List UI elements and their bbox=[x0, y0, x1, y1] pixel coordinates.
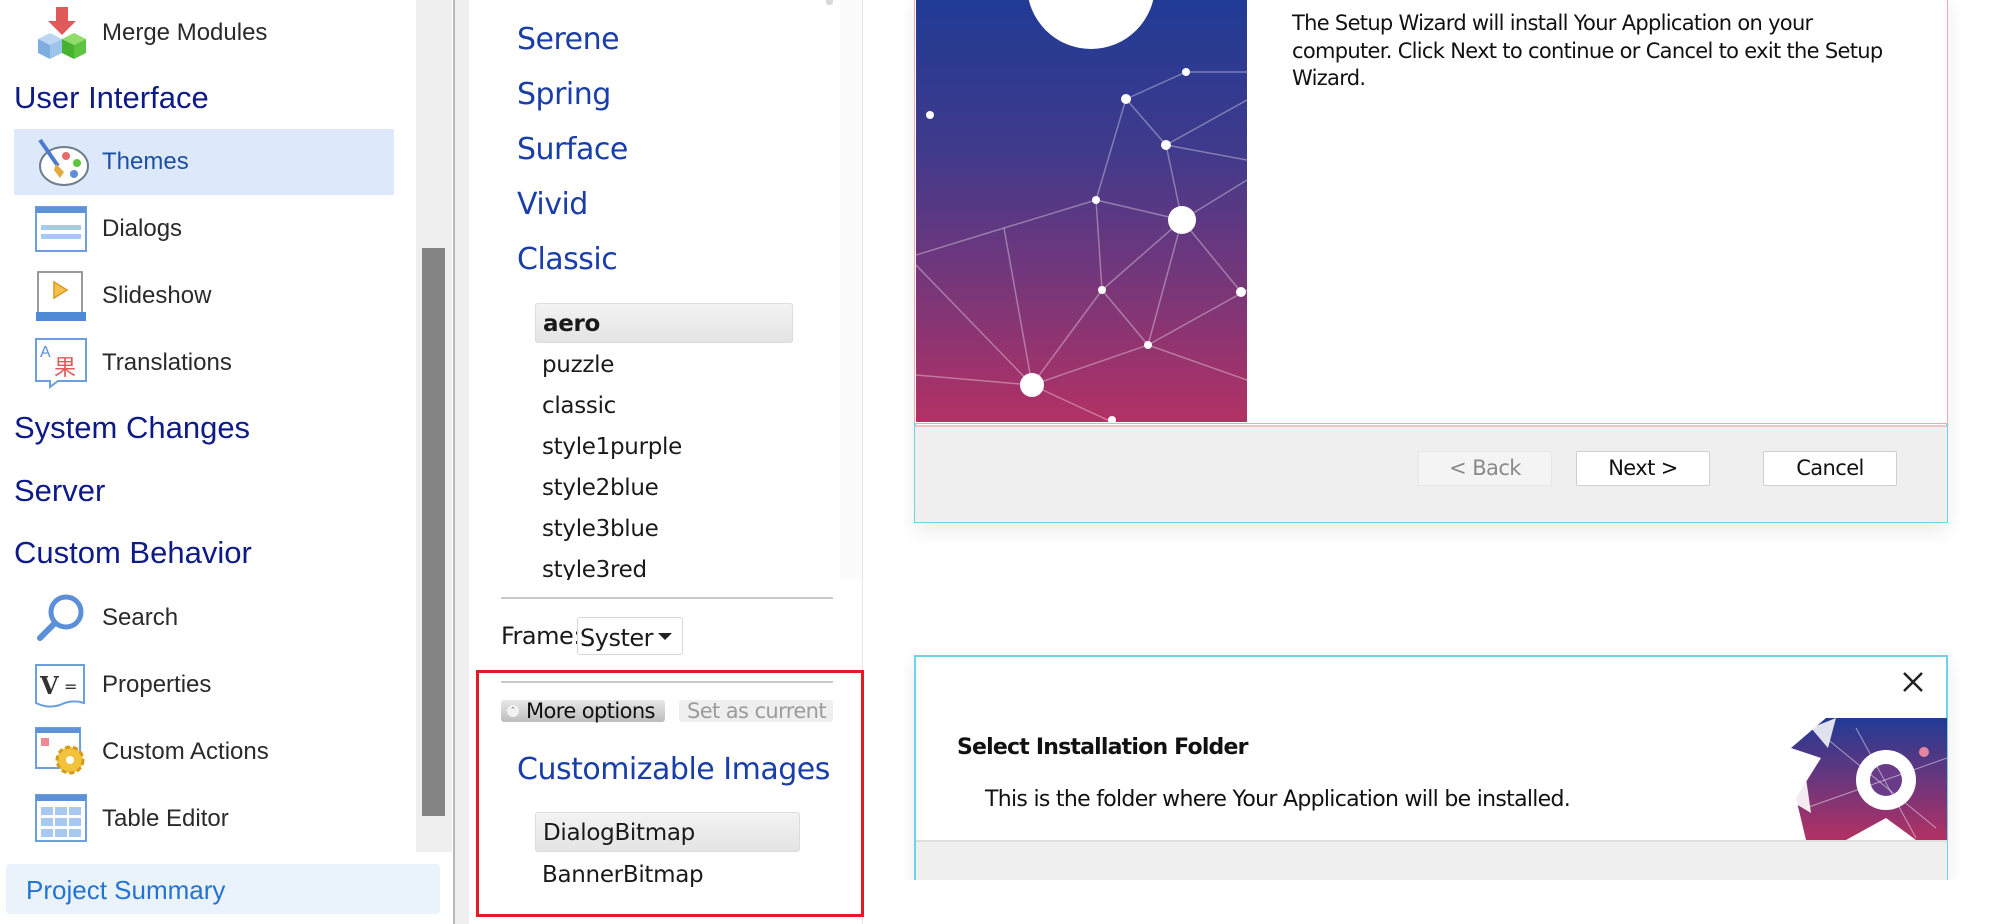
separator bbox=[501, 597, 833, 599]
sidebar-item-label: Dialogs bbox=[102, 215, 183, 242]
wizard-button-bar bbox=[916, 842, 1947, 880]
dialog-subtitle: This is the folder where Your Applicatio… bbox=[985, 787, 1571, 812]
sidebar-item-label: Search bbox=[102, 604, 179, 631]
svg-text:果: 果 bbox=[54, 356, 76, 381]
theme-style-item[interactable]: style1purple bbox=[535, 427, 793, 467]
collapse-icon: ˆ bbox=[507, 705, 519, 717]
project-summary-label: Project Summary bbox=[26, 875, 226, 905]
sidebar-item-label: Themes bbox=[102, 148, 189, 175]
sidebar-item-custom-actions[interactable]: Custom Actions bbox=[14, 719, 394, 785]
theme-style-item[interactable]: style3blue bbox=[535, 509, 793, 549]
sidebar-item-label: Slideshow bbox=[102, 282, 212, 309]
merge-modules-icon bbox=[38, 7, 86, 59]
sidebar-item-properties[interactable]: V = Properties bbox=[14, 652, 394, 718]
svg-text:A: A bbox=[40, 344, 51, 361]
frame-dropdown-value: Syster bbox=[580, 624, 653, 652]
translation-icon: A 果 bbox=[35, 338, 87, 389]
frame-label: Frame: bbox=[501, 622, 581, 650]
welcome-description: The Setup Wizard will install Your Appli… bbox=[1292, 11, 1883, 90]
image-item-bannerbitmap[interactable]: BannerBitmap bbox=[535, 855, 793, 895]
theme-group-vivid[interactable]: Vivid bbox=[517, 187, 588, 222]
cancel-button[interactable]: Cancel bbox=[1763, 451, 1897, 486]
svg-text:=: = bbox=[64, 677, 77, 696]
separator bbox=[501, 681, 833, 683]
wizard-button-bar: < Back Next > Cancel bbox=[915, 425, 1947, 522]
sidebar-item-label: Properties bbox=[102, 671, 212, 698]
slideshow-play-icon bbox=[36, 271, 86, 321]
project-summary-button[interactable]: Project Summary bbox=[6, 864, 440, 914]
sidebar-item-dialogs[interactable]: Dialogs bbox=[14, 196, 394, 262]
sidebar-scrollbar-thumb[interactable] bbox=[422, 248, 445, 816]
sidebar-item-themes[interactable]: Themes bbox=[14, 129, 394, 195]
more-options-button[interactable]: ˆ More options bbox=[501, 699, 665, 723]
theme-style-item[interactable]: aero bbox=[535, 303, 793, 343]
sidebar-item-translations[interactable]: A 果 Translations bbox=[14, 330, 394, 396]
frame-dropdown[interactable]: Syster bbox=[577, 617, 683, 655]
sidebar-item-table-editor[interactable]: Table Editor bbox=[14, 786, 394, 852]
sidebar-item-slideshow[interactable]: Slideshow bbox=[14, 263, 394, 329]
dialog-bitmap-image bbox=[916, 0, 1247, 422]
themes-list-shade bbox=[840, 0, 862, 580]
sidebar: Merge Modules User Interface Themes Dial… bbox=[0, 0, 416, 852]
theme-style-item[interactable]: style2blue bbox=[535, 468, 793, 508]
image-item-dialogbitmap[interactable]: DialogBitmap bbox=[535, 812, 800, 852]
back-button[interactable]: < Back bbox=[1418, 451, 1552, 486]
section-title-user-interface[interactable]: User Interface bbox=[14, 82, 209, 113]
table-icon bbox=[35, 794, 87, 842]
theme-group-classic[interactable]: Classic bbox=[517, 242, 618, 277]
set-as-current-button[interactable]: Set as current bbox=[679, 699, 833, 723]
pane-gutter bbox=[455, 0, 469, 924]
svg-text:V: V bbox=[39, 671, 59, 700]
gear-window-icon bbox=[35, 727, 85, 775]
sidebar-item-label: Table Editor bbox=[102, 805, 229, 832]
next-button[interactable]: Next > bbox=[1576, 451, 1710, 486]
sidebar-item-merge-modules[interactable]: Merge Modules bbox=[14, 0, 394, 66]
chevron-down-icon bbox=[658, 633, 672, 640]
customizable-images-heading: Customizable Images bbox=[517, 752, 830, 787]
properties-v-icon: V = bbox=[35, 664, 85, 708]
dialog-window-icon bbox=[35, 206, 87, 252]
network-pattern-illustration bbox=[916, 0, 1247, 422]
dialog-title: Select Installation Folder bbox=[957, 735, 1248, 760]
close-icon[interactable] bbox=[1898, 667, 1928, 697]
set-as-current-label: Set as current bbox=[687, 699, 827, 723]
banner-bitmap-image bbox=[1766, 718, 1947, 840]
theme-group-serene[interactable]: Serene bbox=[517, 22, 620, 57]
themes-list-scrollbar[interactable] bbox=[826, 0, 833, 5]
section-title-custom-behavior[interactable]: Custom Behavior bbox=[14, 537, 252, 568]
sidebar-item-label: Translations bbox=[102, 349, 232, 376]
theme-group-surface[interactable]: Surface bbox=[517, 132, 628, 167]
theme-group-spring[interactable]: Spring bbox=[517, 77, 611, 112]
theme-style-item[interactable]: classic bbox=[535, 386, 793, 426]
sidebar-item-label: Merge Modules bbox=[102, 19, 268, 46]
palette-icon bbox=[38, 138, 89, 186]
sidebar-item-label: Custom Actions bbox=[102, 738, 269, 765]
preview-area-bottom bbox=[870, 880, 1999, 924]
more-options-label: More options bbox=[526, 699, 655, 723]
magnifier-icon bbox=[37, 594, 84, 641]
section-title-system-changes[interactable]: System Changes bbox=[14, 412, 250, 443]
sidebar-item-search[interactable]: Search bbox=[14, 585, 394, 651]
theme-style-item[interactable]: puzzle bbox=[535, 345, 793, 385]
theme-style-item[interactable]: style3red bbox=[535, 550, 793, 580]
section-title-server[interactable]: Server bbox=[14, 475, 105, 506]
